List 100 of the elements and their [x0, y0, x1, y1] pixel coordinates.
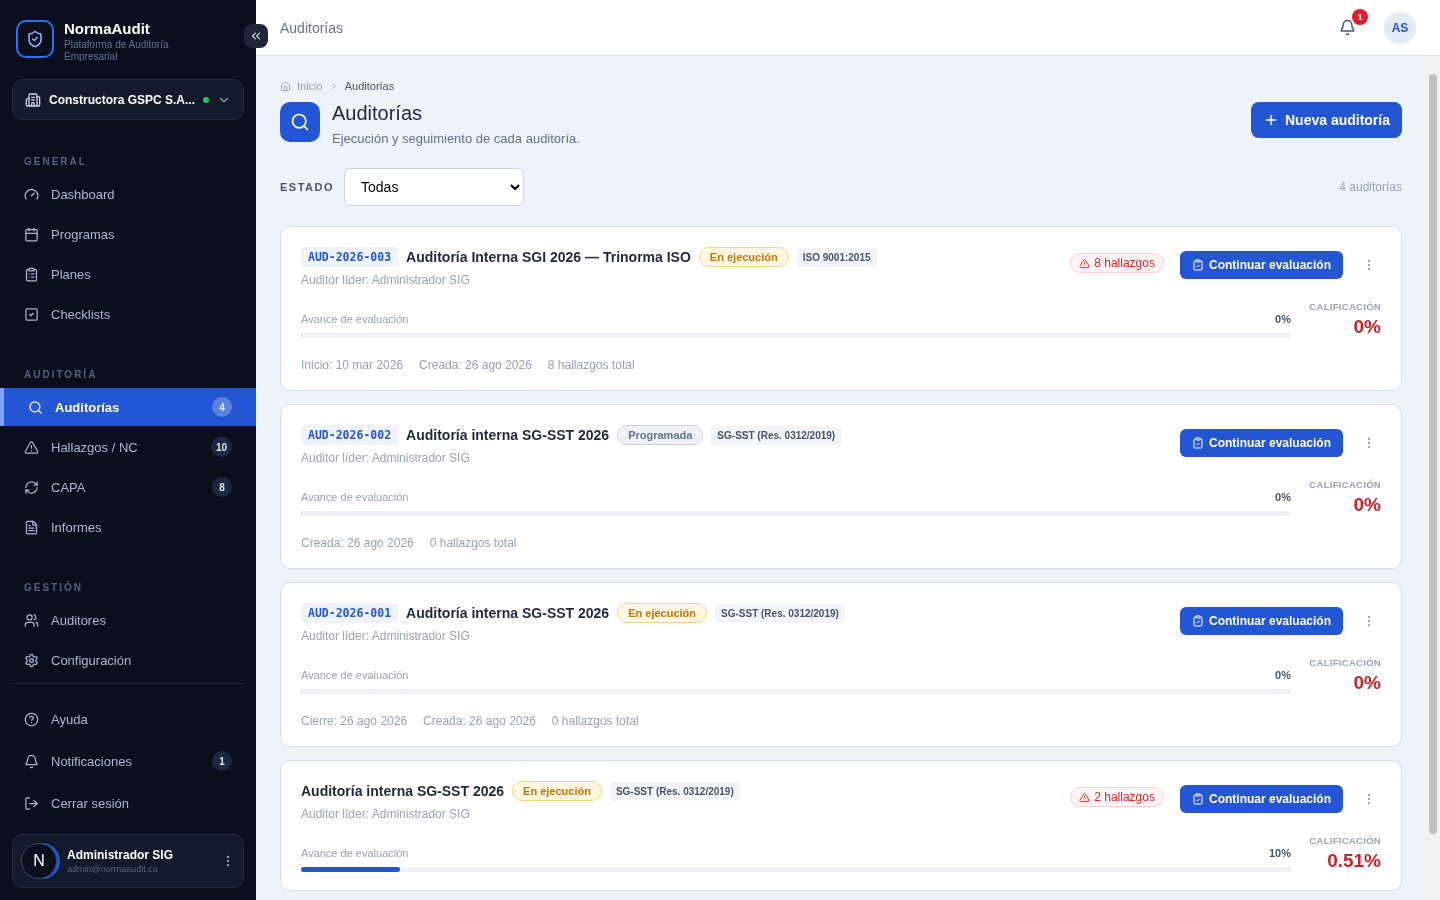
status-badge: En ejecución	[698, 247, 789, 267]
score-label: CALIFICACIÓN	[1308, 657, 1381, 668]
status-badge: En ejecución	[512, 781, 602, 801]
progress-value: 0%	[1275, 491, 1291, 503]
calendar-icon	[24, 226, 39, 242]
count-badge: 10	[210, 437, 232, 457]
user-card[interactable]: N Administrador SIG admin@normaaudit.co	[12, 834, 244, 888]
meta-text: Creada: 26 ago 2026	[419, 358, 532, 372]
user-email: admin@normaaudit.co	[67, 864, 159, 874]
progress-value: 0%	[1275, 313, 1291, 325]
chevrons-left-icon	[249, 29, 263, 43]
standard-tag: SG-SST (Res. 0312/2019)	[715, 603, 845, 623]
new-audit-button[interactable]: Nueva auditoría	[1250, 102, 1402, 138]
brand-tagline: Plataforma de Auditoría Empresarial	[64, 39, 170, 63]
findings-badge: 2 hallazgos	[1070, 787, 1164, 807]
standard-tag: ISO 9001:2015	[796, 247, 877, 267]
clipboard-icon	[1191, 793, 1204, 805]
continue-button[interactable]: Continuar evaluación	[1179, 251, 1343, 279]
user-avatar[interactable]: AS	[1384, 11, 1416, 44]
gauge-icon	[24, 186, 39, 202]
standard-tag: SG-SST (Res. 0312/2019)	[609, 781, 740, 801]
search-icon	[28, 399, 43, 415]
home-icon	[280, 80, 291, 92]
bell-icon	[24, 753, 39, 769]
meta-text: 8 hallazgos total	[547, 358, 635, 372]
clipboard-icon	[1191, 259, 1204, 271]
continue-button[interactable]: Continuar evaluación	[1179, 429, 1343, 457]
audit-code: AUD-2026-002	[301, 425, 399, 445]
lead-auditor: Auditor líder: Administrador SIG	[301, 629, 471, 643]
status-badge: Programada	[617, 425, 704, 445]
lead-auditor: Auditor líder: Administrador SIG	[301, 451, 471, 465]
lead-auditor: Auditor líder: Administrador SIG	[301, 807, 471, 821]
company-selector[interactable]: Constructora GSPC S.A...	[12, 79, 244, 120]
progress-label: Avance de evaluación	[301, 491, 409, 503]
score-value: 0.51%	[1326, 850, 1381, 872]
page-subtitle: Ejecución y seguimiento de cada auditoría.	[332, 131, 580, 146]
meta-text: Creada: 26 ago 2026	[301, 536, 414, 550]
logout-icon	[24, 795, 39, 811]
progress-label: Avance de evaluación	[301, 669, 409, 681]
section-label: GESTIÓN	[23, 582, 84, 593]
count-badge: 8	[212, 477, 232, 497]
count-badge: 1	[212, 751, 232, 771]
meta-text: 0 hallazgos total	[429, 536, 517, 550]
nav-item[interactable]: Informes	[12, 508, 244, 546]
section-label: AUDITORÍA	[23, 369, 99, 380]
nav-item[interactable]: Configuración	[12, 641, 244, 679]
continue-button[interactable]: Continuar evaluación	[1179, 607, 1343, 635]
collapse-sidebar-button[interactable]	[244, 24, 268, 48]
page-title: Auditorías	[280, 19, 345, 36]
score-value: 0%	[1352, 494, 1381, 516]
count-badge: 4	[212, 397, 232, 417]
user-avatar: N	[21, 843, 57, 879]
nav-item[interactable]: Auditores	[12, 601, 244, 639]
bell-icon[interactable]	[1339, 19, 1356, 36]
brand-name: NormaAudit	[64, 20, 151, 37]
findings-badge: 8 hallazgos	[1070, 253, 1164, 273]
score-label: CALIFICACIÓN	[1308, 835, 1381, 846]
status-badge: En ejecución	[617, 603, 707, 623]
warning-icon	[1079, 257, 1091, 269]
score-label: CALIFICACIÓN	[1308, 301, 1381, 312]
nav-item[interactable]: Notificaciones 1	[12, 742, 244, 780]
audit-title: Auditoría interna SG-SST 2026	[301, 783, 505, 799]
scrollbar[interactable]	[1426, 56, 1440, 900]
score-label: CALIFICACIÓN	[1308, 479, 1381, 490]
section-label: GENERAL	[23, 156, 88, 167]
nav-item[interactable]: CAPA 8	[12, 468, 244, 506]
nav-item[interactable]: Hallazgos / NC 10	[12, 428, 244, 466]
nav-item[interactable]: Planes	[12, 255, 244, 293]
settings-icon	[24, 652, 39, 668]
audit-title: Auditoría interna SG-SST 2026	[406, 605, 610, 621]
checkbox-icon	[24, 306, 39, 322]
clipboard-icon	[1191, 437, 1204, 449]
lead-auditor: Auditor líder: Administrador SIG	[301, 273, 471, 287]
audit-count: 4 auditorías	[1339, 180, 1402, 194]
progress-label: Avance de evaluación	[301, 847, 409, 859]
clipboard-icon	[1191, 615, 1204, 627]
nav-item[interactable]: Cerrar sesión	[12, 784, 244, 822]
document-icon	[24, 519, 39, 535]
help-icon	[24, 711, 39, 727]
meta-text: Creada: 26 ago 2026	[423, 714, 536, 728]
status-select[interactable]: Todas	[344, 168, 525, 206]
notification-badge: 1	[1352, 9, 1368, 25]
progress-value: 0%	[1275, 669, 1291, 681]
nav-item[interactable]: Ayuda	[12, 700, 244, 738]
refresh-icon	[24, 479, 39, 495]
warning-icon	[1079, 791, 1091, 803]
shield-logo-icon	[16, 20, 54, 58]
score-value: 0%	[1352, 316, 1381, 338]
audit-title: Auditoría interna SG-SST 2026	[406, 427, 610, 443]
nav-item[interactable]: Checklists	[12, 295, 244, 333]
nav-item[interactable]: Dashboard	[12, 175, 244, 213]
audit-code: AUD-2026-003	[301, 247, 399, 267]
progress-value: 10%	[1268, 847, 1291, 859]
building-icon	[25, 91, 41, 108]
standard-tag: SG-SST (Res. 0312/2019)	[711, 425, 842, 445]
nav-item[interactable]: Auditorías 4	[0, 388, 256, 426]
nav-item[interactable]: Programas	[12, 215, 244, 253]
user-name: Administrador SIG	[67, 848, 174, 862]
audit-code: AUD-2026-001	[301, 603, 399, 623]
continue-button[interactable]: Continuar evaluación	[1179, 785, 1343, 813]
